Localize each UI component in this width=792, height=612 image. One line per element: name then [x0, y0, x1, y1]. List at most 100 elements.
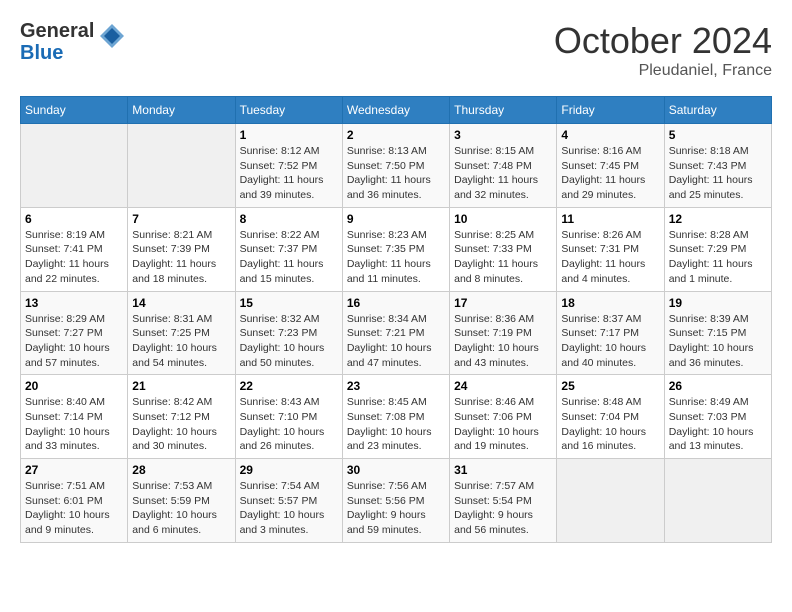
location: Pleudaniel, France — [554, 62, 772, 80]
day-info: Sunrise: 8:32 AM Sunset: 7:23 PM Dayligh… — [240, 312, 338, 371]
day-number: 30 — [347, 463, 445, 477]
calendar-cell: 5 Sunrise: 8:18 AM Sunset: 7:43 PM Daylig… — [664, 124, 771, 208]
day-number: 3 — [454, 128, 552, 142]
calendar-cell: 16 Sunrise: 8:34 AM Sunset: 7:21 PM Dayli… — [342, 291, 449, 375]
weekday-header-wednesday: Wednesday — [342, 97, 449, 124]
day-info: Sunrise: 8:25 AM Sunset: 7:33 PM Dayligh… — [454, 228, 552, 287]
day-number: 10 — [454, 212, 552, 226]
day-info: Sunrise: 7:54 AM Sunset: 5:57 PM Dayligh… — [240, 479, 338, 538]
day-number: 17 — [454, 296, 552, 310]
calendar-cell: 3 Sunrise: 8:15 AM Sunset: 7:48 PM Daylig… — [450, 124, 557, 208]
day-number: 29 — [240, 463, 338, 477]
calendar-cell: 23 Sunrise: 8:45 AM Sunset: 7:08 PM Dayli… — [342, 375, 449, 459]
weekday-header-friday: Friday — [557, 97, 664, 124]
day-info: Sunrise: 8:26 AM Sunset: 7:31 PM Dayligh… — [561, 228, 659, 287]
day-info: Sunrise: 7:51 AM Sunset: 6:01 PM Dayligh… — [25, 479, 123, 538]
weekday-header-tuesday: Tuesday — [235, 97, 342, 124]
weekday-header-saturday: Saturday — [664, 97, 771, 124]
calendar-cell: 12 Sunrise: 8:28 AM Sunset: 7:29 PM Dayli… — [664, 207, 771, 291]
day-info: Sunrise: 7:57 AM Sunset: 5:54 PM Dayligh… — [454, 479, 552, 538]
day-number: 5 — [669, 128, 767, 142]
calendar-header: SundayMondayTuesdayWednesdayThursdayFrid… — [21, 97, 772, 124]
logo: General Blue — [20, 20, 126, 64]
calendar-cell: 26Sunrise: 8:49 AM Sunset: 7:03 PM Dayli… — [664, 375, 771, 459]
weekday-header-row: SundayMondayTuesdayWednesdayThursdayFrid… — [21, 97, 772, 124]
day-info: Sunrise: 8:43 AM Sunset: 7:10 PM Dayligh… — [240, 395, 338, 454]
day-number: 22 — [240, 379, 338, 393]
day-number: 16 — [347, 296, 445, 310]
calendar-cell — [21, 124, 128, 208]
day-info: Sunrise: 8:37 AM Sunset: 7:17 PM Dayligh… — [561, 312, 659, 371]
calendar-cell — [128, 124, 235, 208]
logo-text: General Blue — [20, 20, 94, 64]
day-number: 6 — [25, 212, 123, 226]
day-info: Sunrise: 8:31 AM Sunset: 7:25 PM Dayligh… — [132, 312, 230, 371]
day-info: Sunrise: 8:19 AM Sunset: 7:41 PM Dayligh… — [25, 228, 123, 287]
calendar-cell: 13Sunrise: 8:29 AM Sunset: 7:27 PM Dayli… — [21, 291, 128, 375]
day-number: 8 — [240, 212, 338, 226]
calendar-cell: 7 Sunrise: 8:21 AM Sunset: 7:39 PM Daylig… — [128, 207, 235, 291]
calendar-cell: 29 Sunrise: 7:54 AM Sunset: 5:57 PM Dayli… — [235, 459, 342, 543]
day-number: 9 — [347, 212, 445, 226]
day-info: Sunrise: 7:53 AM Sunset: 5:59 PM Dayligh… — [132, 479, 230, 538]
day-info: Sunrise: 8:21 AM Sunset: 7:39 PM Dayligh… — [132, 228, 230, 287]
day-number: 12 — [669, 212, 767, 226]
day-number: 28 — [132, 463, 230, 477]
calendar-body: 1 Sunrise: 8:12 AM Sunset: 7:52 PM Daylig… — [21, 124, 772, 543]
logo-general: General — [20, 20, 94, 42]
calendar-cell: 10 Sunrise: 8:25 AM Sunset: 7:33 PM Dayli… — [450, 207, 557, 291]
day-info: Sunrise: 8:45 AM Sunset: 7:08 PM Dayligh… — [347, 395, 445, 454]
day-number: 18 — [561, 296, 659, 310]
day-info: Sunrise: 8:46 AM Sunset: 7:06 PM Dayligh… — [454, 395, 552, 454]
weekday-header-monday: Monday — [128, 97, 235, 124]
day-number: 7 — [132, 212, 230, 226]
calendar-cell: 18 Sunrise: 8:37 AM Sunset: 7:17 PM Dayli… — [557, 291, 664, 375]
day-info: Sunrise: 8:28 AM Sunset: 7:29 PM Dayligh… — [669, 228, 767, 287]
day-info: Sunrise: 8:42 AM Sunset: 7:12 PM Dayligh… — [132, 395, 230, 454]
calendar-cell: 21Sunrise: 8:42 AM Sunset: 7:12 PM Dayli… — [128, 375, 235, 459]
calendar-cell: 19 Sunrise: 8:39 AM Sunset: 7:15 PM Dayli… — [664, 291, 771, 375]
calendar-cell: 27Sunrise: 7:51 AM Sunset: 6:01 PM Dayli… — [21, 459, 128, 543]
day-info: Sunrise: 8:23 AM Sunset: 7:35 PM Dayligh… — [347, 228, 445, 287]
calendar-week-row: 27Sunrise: 7:51 AM Sunset: 6:01 PM Dayli… — [21, 459, 772, 543]
calendar-cell: 1 Sunrise: 8:12 AM Sunset: 7:52 PM Daylig… — [235, 124, 342, 208]
calendar-week-row: 13Sunrise: 8:29 AM Sunset: 7:27 PM Dayli… — [21, 291, 772, 375]
day-number: 25 — [561, 379, 659, 393]
calendar-week-row: 20 Sunrise: 8:40 AM Sunset: 7:14 PM Dayli… — [21, 375, 772, 459]
calendar-cell: 8 Sunrise: 8:22 AM Sunset: 7:37 PM Daylig… — [235, 207, 342, 291]
calendar-cell: 31Sunrise: 7:57 AM Sunset: 5:54 PM Dayli… — [450, 459, 557, 543]
day-number: 24 — [454, 379, 552, 393]
day-info: Sunrise: 8:39 AM Sunset: 7:15 PM Dayligh… — [669, 312, 767, 371]
day-number: 26 — [669, 379, 767, 393]
calendar-cell — [664, 459, 771, 543]
calendar-cell: 6 Sunrise: 8:19 AM Sunset: 7:41 PM Daylig… — [21, 207, 128, 291]
day-info: Sunrise: 8:34 AM Sunset: 7:21 PM Dayligh… — [347, 312, 445, 371]
day-info: Sunrise: 8:12 AM Sunset: 7:52 PM Dayligh… — [240, 144, 338, 203]
day-info: Sunrise: 8:36 AM Sunset: 7:19 PM Dayligh… — [454, 312, 552, 371]
day-number: 2 — [347, 128, 445, 142]
day-info: Sunrise: 8:22 AM Sunset: 7:37 PM Dayligh… — [240, 228, 338, 287]
logo-blue: Blue — [20, 42, 94, 64]
day-number: 23 — [347, 379, 445, 393]
day-number: 20 — [25, 379, 123, 393]
calendar-cell: 22 Sunrise: 8:43 AM Sunset: 7:10 PM Dayli… — [235, 375, 342, 459]
logo-icon — [98, 22, 126, 50]
calendar-cell: 11Sunrise: 8:26 AM Sunset: 7:31 PM Dayli… — [557, 207, 664, 291]
calendar-week-row: 6 Sunrise: 8:19 AM Sunset: 7:41 PM Daylig… — [21, 207, 772, 291]
calendar-cell: 24 Sunrise: 8:46 AM Sunset: 7:06 PM Dayli… — [450, 375, 557, 459]
day-info: Sunrise: 8:48 AM Sunset: 7:04 PM Dayligh… — [561, 395, 659, 454]
day-info: Sunrise: 8:16 AM Sunset: 7:45 PM Dayligh… — [561, 144, 659, 203]
day-number: 4 — [561, 128, 659, 142]
day-info: Sunrise: 7:56 AM Sunset: 5:56 PM Dayligh… — [347, 479, 445, 538]
day-info: Sunrise: 8:40 AM Sunset: 7:14 PM Dayligh… — [25, 395, 123, 454]
calendar-cell: 4 Sunrise: 8:16 AM Sunset: 7:45 PM Daylig… — [557, 124, 664, 208]
calendar-cell: 17 Sunrise: 8:36 AM Sunset: 7:19 PM Dayli… — [450, 291, 557, 375]
day-info: Sunrise: 8:15 AM Sunset: 7:48 PM Dayligh… — [454, 144, 552, 203]
day-number: 15 — [240, 296, 338, 310]
day-number: 1 — [240, 128, 338, 142]
day-number: 19 — [669, 296, 767, 310]
day-info: Sunrise: 8:13 AM Sunset: 7:50 PM Dayligh… — [347, 144, 445, 203]
title-block: October 2024 Pleudaniel, France — [554, 20, 772, 80]
day-info: Sunrise: 8:18 AM Sunset: 7:43 PM Dayligh… — [669, 144, 767, 203]
calendar-cell: 20 Sunrise: 8:40 AM Sunset: 7:14 PM Dayli… — [21, 375, 128, 459]
